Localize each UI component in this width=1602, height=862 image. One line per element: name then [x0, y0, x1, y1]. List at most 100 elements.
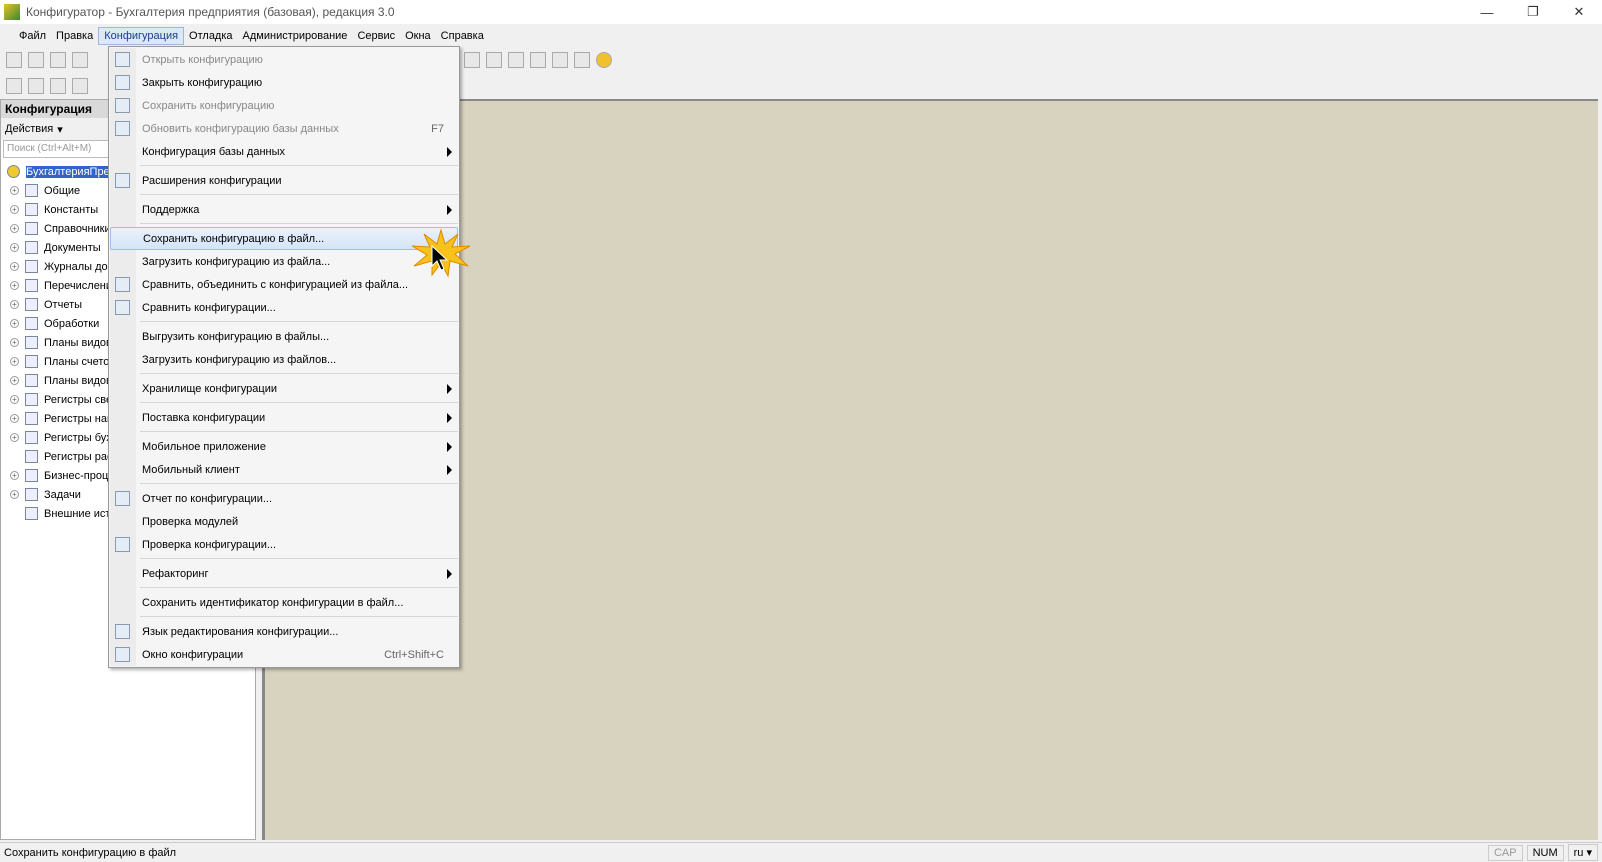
open-icon[interactable] — [28, 52, 44, 68]
tree-item-label: Документы — [44, 241, 101, 254]
menu-item[interactable]: Поставка конфигурации — [110, 406, 458, 429]
minimize-button[interactable]: — — [1464, 0, 1510, 24]
expand-icon[interactable]: + — [10, 490, 19, 499]
menu-item[interactable]: Выгрузить конфигурацию в файлы... — [110, 325, 458, 348]
menu-item[interactable]: Отчет по конфигурации... — [110, 487, 458, 510]
menu-3[interactable]: Отладка — [184, 28, 237, 44]
menu-item-label: Окно конфигурации — [142, 648, 244, 661]
menu-item-label: Конфигурация базы данных — [142, 145, 286, 158]
expand-icon[interactable]: + — [10, 376, 19, 385]
num-indicator: NUM — [1526, 844, 1564, 861]
menu-0[interactable]: Файл — [14, 28, 51, 44]
menu-item-label: Язык редактирования конфигурации... — [142, 625, 339, 638]
menu-item[interactable]: Открыть конфигурацию — [110, 48, 458, 71]
menu-item[interactable]: Загрузить конфигурацию из файлов... — [110, 348, 458, 371]
menu-item[interactable]: Проверка конфигурации... — [110, 533, 458, 556]
info-icon[interactable] — [596, 52, 612, 68]
expand-icon[interactable]: + — [10, 205, 19, 214]
menu-item-icon — [115, 491, 130, 506]
menu-item[interactable]: Проверка модулей — [110, 510, 458, 533]
config-icon[interactable] — [6, 78, 22, 94]
configuration-menu: Открыть конфигурацию Закрыть конфигурацию… — [108, 46, 460, 668]
expand-icon[interactable]: + — [10, 414, 19, 423]
submenu-arrow-icon — [447, 383, 452, 394]
menu-item-label: Проверка конфигурации... — [142, 538, 277, 551]
save-icon[interactable] — [50, 52, 66, 68]
expand-icon[interactable]: + — [10, 319, 19, 328]
tree-node-icon — [25, 507, 38, 520]
language-selector[interactable]: ru ▾ — [1567, 844, 1598, 861]
expand-icon[interactable]: + — [10, 471, 19, 480]
menu-item[interactable]: Хранилище конфигурации — [110, 377, 458, 400]
expand-icon[interactable]: + — [10, 395, 19, 404]
menu-item[interactable]: Закрыть конфигурацию — [110, 71, 458, 94]
shortcut-label: Ctrl+Shift+C — [384, 648, 444, 661]
menu-item-label: Сохранить конфигурацию в файл... — [143, 232, 325, 245]
tree-item-label: Задачи — [44, 488, 81, 501]
expand-icon[interactable]: + — [10, 224, 19, 233]
search-help-icon[interactable] — [552, 52, 568, 68]
click-highlight-icon — [411, 228, 471, 278]
status-text: Сохранить конфигурацию в файл — [4, 846, 177, 859]
new-icon[interactable] — [6, 52, 22, 68]
menu-item[interactable]: Обновить конфигурацию базы данных F7 — [110, 117, 458, 140]
cut-icon[interactable] — [72, 52, 88, 68]
tree-node-icon — [25, 241, 38, 254]
undo-icon[interactable] — [464, 52, 480, 68]
title-bar: Конфигуратор - Бухгалтерия предприятия (… — [0, 0, 1602, 24]
menu-item[interactable]: Рефакторинг — [110, 562, 458, 585]
wizard-icon[interactable] — [530, 52, 546, 68]
expand-icon[interactable]: + — [10, 186, 19, 195]
menu-item-label: Мобильный клиент — [142, 463, 240, 476]
expand-icon[interactable]: + — [10, 357, 19, 366]
expand-icon[interactable]: + — [10, 338, 19, 347]
menu-item-label: Обновить конфигурацию базы данных — [142, 122, 339, 135]
menu-item[interactable]: Сохранить конфигурацию — [110, 94, 458, 117]
redo-icon[interactable] — [486, 52, 502, 68]
expand-icon[interactable]: + — [10, 281, 19, 290]
menu-2[interactable]: Конфигурация — [98, 27, 185, 45]
menu-item[interactable]: Расширения конфигурации — [110, 169, 458, 192]
menu-item[interactable]: Сравнить, объединить с конфигурацией из … — [110, 273, 458, 296]
expand-icon[interactable]: + — [10, 433, 19, 442]
close-button[interactable]: ✕ — [1556, 0, 1602, 24]
menu-item-label: Отчет по конфигурации... — [142, 492, 273, 505]
menu-7[interactable]: Справка — [436, 28, 489, 44]
database-icon[interactable] — [50, 78, 66, 94]
tree-node-icon — [25, 412, 38, 425]
tree-node-icon — [25, 336, 38, 349]
expand-icon[interactable]: + — [10, 243, 19, 252]
menu-item[interactable]: Окно конфигурации Ctrl+Shift+C — [110, 643, 458, 666]
tree-node-icon — [25, 450, 38, 463]
cap-indicator: CAP — [1487, 844, 1523, 861]
menu-item[interactable]: Мобильный клиент — [110, 458, 458, 481]
menu-item[interactable]: Мобильное приложение — [110, 435, 458, 458]
submenu-arrow-icon — [447, 464, 452, 475]
menu-4[interactable]: Администрирование — [238, 28, 353, 44]
toolbar-1 — [6, 52, 88, 68]
menu-5[interactable]: Сервис — [352, 28, 400, 44]
menu-1[interactable]: Правка — [51, 28, 98, 44]
actions-dropdown[interactable]: Действия — [5, 123, 53, 135]
table-icon[interactable] — [72, 78, 88, 94]
expand-icon[interactable]: + — [10, 300, 19, 309]
status-bar: Сохранить конфигурацию в файл CAP NUM ru… — [0, 842, 1602, 862]
expand-icon[interactable]: + — [10, 262, 19, 271]
menu-item[interactable]: Сохранить конфигурацию в файл... — [110, 227, 458, 250]
windows-icon[interactable] — [508, 52, 524, 68]
app-logo-icon — [4, 4, 20, 20]
menu-item[interactable]: Язык редактирования конфигурации... — [110, 620, 458, 643]
shortcut-label: F7 — [431, 122, 444, 135]
menu-6[interactable]: Окна — [400, 28, 436, 44]
menu-item[interactable]: Сохранить идентификатор конфигурации в ф… — [110, 591, 458, 614]
document-icon[interactable] — [574, 52, 590, 68]
tree-item-label: Общие — [44, 184, 81, 197]
close-config-icon[interactable] — [28, 78, 44, 94]
menu-item[interactable]: Конфигурация базы данных — [110, 140, 458, 163]
menu-item[interactable]: Поддержка — [110, 198, 458, 221]
menu-item[interactable]: Сравнить конфигурации... — [110, 296, 458, 319]
restore-button[interactable]: ❐ — [1510, 0, 1556, 24]
menu-item[interactable]: Загрузить конфигурацию из файла... — [110, 250, 458, 273]
menu-item-label: Загрузить конфигурацию из файлов... — [142, 353, 337, 366]
menu-item-icon — [115, 98, 130, 113]
